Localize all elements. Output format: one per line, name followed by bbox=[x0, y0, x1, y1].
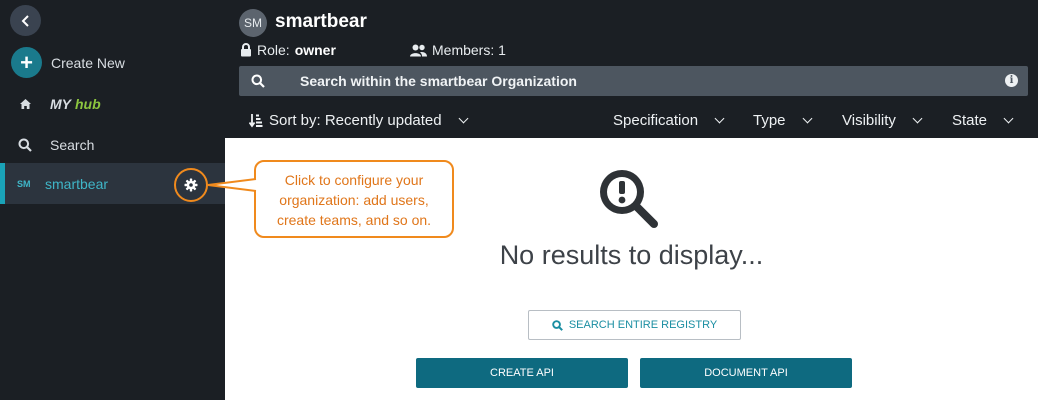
org-search-input[interactable]: Search within the smartbear Organization… bbox=[239, 66, 1028, 96]
home-icon bbox=[0, 98, 50, 110]
sidebar: + Create New MY hub Search SM smartbear bbox=[0, 0, 225, 400]
org-name: smartbear bbox=[45, 175, 109, 192]
visibility-label: Visibility bbox=[842, 112, 896, 129]
empty-state-message: No results to display... bbox=[499, 240, 764, 270]
gear-icon bbox=[184, 178, 198, 192]
specification-filter[interactable]: Specification bbox=[613, 112, 725, 129]
org-header: SM smartbear Role: owner Members: 1 Sear… bbox=[225, 0, 1038, 138]
sort-icon bbox=[249, 114, 263, 128]
members-count: Members: 1 bbox=[432, 42, 506, 58]
chevron-down-icon bbox=[802, 113, 812, 124]
plus-icon: + bbox=[11, 47, 42, 78]
page-title: smartbear bbox=[275, 11, 367, 32]
org-abbreviation: SM bbox=[17, 178, 31, 189]
org-settings-button[interactable] bbox=[174, 168, 208, 202]
search-entire-registry-button[interactable]: SEARCH ENTIRE REGISTRY bbox=[528, 310, 741, 340]
search-entire-registry-label: SEARCH ENTIRE REGISTRY bbox=[568, 319, 718, 331]
visibility-filter[interactable]: Visibility bbox=[842, 112, 923, 129]
search-icon bbox=[0, 138, 50, 152]
filter-bar: Sort by: Recently updated Specification … bbox=[225, 110, 1038, 134]
type-filter[interactable]: Type bbox=[753, 112, 812, 129]
lock-icon bbox=[241, 43, 251, 57]
search-placeholder: Search within the smartbear Organization bbox=[300, 73, 577, 89]
sort-label: Sort by: Recently updated bbox=[269, 112, 442, 129]
document-api-button[interactable]: DOCUMENT API bbox=[640, 358, 852, 388]
users-icon bbox=[410, 44, 427, 56]
info-icon[interactable]: i bbox=[1005, 74, 1018, 87]
create-api-button[interactable]: CREATE API bbox=[416, 358, 628, 388]
chevron-down-icon bbox=[912, 113, 923, 124]
role-info: Role: owner bbox=[240, 42, 336, 58]
avatar: SM bbox=[239, 9, 267, 37]
my-hub-label: MY hub bbox=[50, 96, 101, 112]
type-label: Type bbox=[753, 112, 786, 129]
no-results-icon bbox=[600, 170, 658, 228]
create-new-button[interactable]: + Create New bbox=[11, 47, 125, 78]
sort-dropdown[interactable]: Sort by: Recently updated bbox=[249, 112, 469, 129]
role-label: Role: bbox=[257, 42, 290, 58]
sidebar-item-search[interactable]: Search bbox=[0, 125, 225, 165]
chevron-down-icon bbox=[714, 113, 725, 124]
state-filter[interactable]: State bbox=[952, 112, 1014, 129]
role-value: owner bbox=[294, 42, 336, 58]
chevron-left-icon bbox=[21, 14, 29, 27]
chevron-down-icon bbox=[458, 113, 469, 124]
sidebar-item-my-hub[interactable]: MY hub bbox=[0, 84, 225, 124]
search-icon bbox=[552, 319, 563, 331]
callout-pointer bbox=[207, 178, 257, 192]
search-label: Search bbox=[50, 137, 95, 153]
search-icon bbox=[251, 74, 265, 88]
chevron-down-icon bbox=[1003, 113, 1014, 124]
callout-tooltip: Click to configure your organization: ad… bbox=[254, 160, 454, 238]
collapse-sidebar-button[interactable] bbox=[10, 5, 41, 36]
create-new-label: Create New bbox=[51, 54, 125, 71]
specification-label: Specification bbox=[613, 112, 699, 129]
members-info: Members: 1 bbox=[410, 42, 506, 58]
state-label: State bbox=[952, 112, 988, 129]
